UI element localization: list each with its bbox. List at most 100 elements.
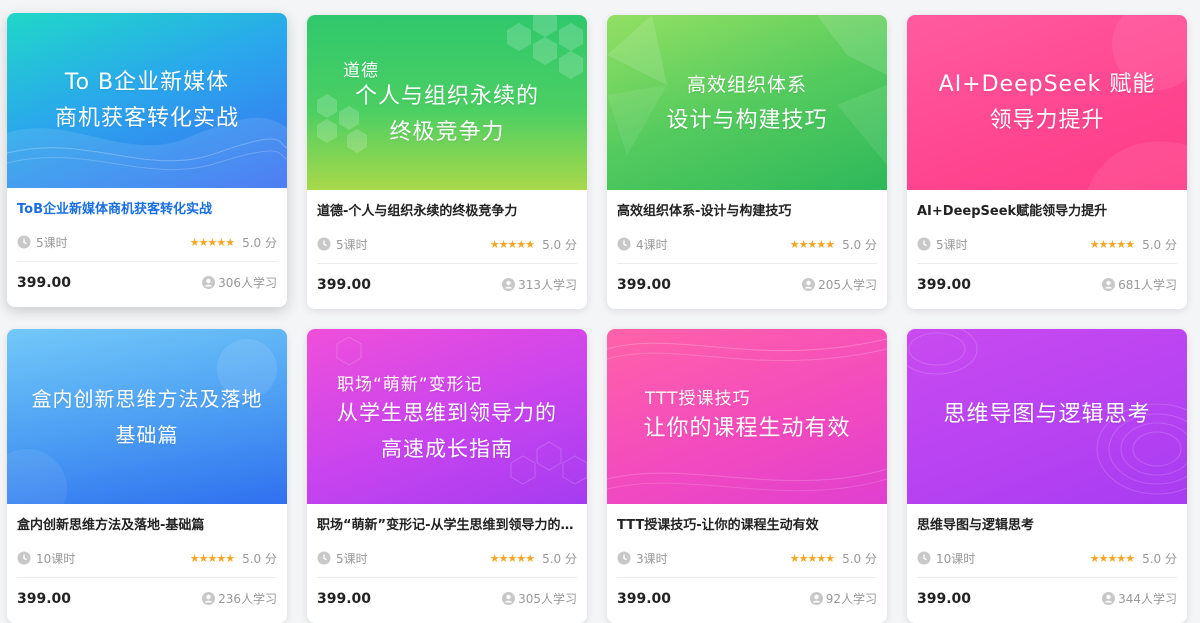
clock-icon: [317, 237, 331, 251]
lesson-count: 10课时: [936, 551, 976, 566]
learner-count: 306人学习: [218, 276, 277, 290]
star-rating-icon: ★★★★★: [789, 551, 835, 565]
star-rating-icon: ★★★★★: [1089, 551, 1135, 565]
divider: [17, 577, 277, 578]
course-card[interactable]: 职场“萌新”变形记 从学生思维到领导力的 高速成长指南 职场“萌新”变形记-从学…: [307, 329, 587, 623]
rating-score: 5.0 分: [542, 551, 577, 566]
course-title[interactable]: TTT授课技巧-让你的课程生动有效: [617, 517, 877, 535]
course-card[interactable]: 盒内创新思维方法及落地 基础篇 盒内创新思维方法及落地-基础篇 10课时 ★★★…: [7, 329, 287, 623]
course-cover[interactable]: 思维导图与逻辑思考: [907, 329, 1187, 504]
divider: [917, 263, 1177, 264]
course-title[interactable]: 盒内创新思维方法及落地-基础篇: [17, 517, 277, 535]
rating-score: 5.0 分: [1142, 551, 1177, 566]
course-title[interactable]: 高效组织体系-设计与构建技巧: [617, 203, 877, 221]
course-cover[interactable]: 高效组织体系 设计与构建技巧: [607, 15, 887, 190]
lesson-count: 4课时: [636, 237, 668, 252]
course-cover[interactable]: AI+DeepSeek 赋能 领导力提升: [907, 15, 1187, 190]
learner-count: 313人学习: [518, 278, 577, 292]
cover-line: 终极竞争力: [389, 120, 505, 145]
rating-score: 5.0 分: [1142, 237, 1177, 252]
course-cover[interactable]: To B企业新媒体 商机获客转化实战: [7, 13, 287, 188]
course-card[interactable]: AI+DeepSeek 赋能 领导力提升 AI+DeepSeek赋能领导力提升 …: [907, 15, 1187, 309]
course-price: 399.00: [17, 590, 72, 607]
lesson-count: 5课时: [936, 237, 968, 252]
course-price: 399.00: [17, 274, 72, 291]
clock-icon: [17, 235, 31, 249]
cover-line: 设计与构建技巧: [666, 108, 828, 133]
learner-count: 205人学习: [818, 278, 877, 292]
course-card[interactable]: 高效组织体系 设计与构建技巧 高效组织体系-设计与构建技巧 4课时 ★★★★★ …: [607, 15, 887, 309]
course-cover[interactable]: TTT授课技巧 让你的课程生动有效: [607, 329, 887, 504]
divider: [917, 577, 1177, 578]
course-title[interactable]: ToB企业新媒体商机获客转化实战: [17, 201, 277, 219]
course-card[interactable]: TTT授课技巧 让你的课程生动有效 TTT授课技巧-让你的课程生动有效 3课时 …: [607, 329, 887, 623]
cover-line: 让你的课程生动有效: [643, 416, 851, 441]
cover-line: 高速成长指南: [381, 437, 513, 461]
cover-line: 从学生思维到领导力的: [337, 401, 557, 425]
user-icon: [502, 278, 516, 291]
user-icon: [802, 278, 816, 291]
divider: [617, 263, 877, 264]
cover-line: 思维导图与逻辑思考: [943, 402, 1151, 427]
clock-icon: [17, 551, 31, 565]
rating-score: 5.0 分: [242, 235, 277, 250]
cover-line: 领导力提升: [989, 108, 1105, 133]
rating-score: 5.0 分: [842, 551, 877, 566]
course-price: 399.00: [917, 590, 972, 607]
cover-line: AI+DeepSeek 赋能: [938, 72, 1156, 97]
course-title[interactable]: 职场“萌新”变形记-从学生思维到领导力的高速成长指南: [317, 517, 577, 535]
divider: [317, 577, 577, 578]
cover-line: 个人与组织永续的: [354, 84, 539, 109]
course-title[interactable]: AI+DeepSeek赋能领导力提升: [917, 203, 1177, 221]
user-icon: [202, 592, 216, 605]
user-icon: [202, 276, 216, 289]
divider: [617, 577, 877, 578]
star-rating-icon: ★★★★★: [1089, 237, 1135, 251]
clock-icon: [917, 551, 931, 565]
star-rating-icon: ★★★★★: [789, 237, 835, 251]
course-cover[interactable]: 道德 个人与组织永续的 终极竞争力: [307, 15, 587, 190]
learner-count: 344人学习: [1118, 592, 1177, 606]
user-icon: [1102, 592, 1116, 605]
learner-count: 92人学习: [825, 592, 877, 606]
divider: [17, 261, 277, 262]
rating-score: 5.0 分: [842, 237, 877, 252]
divider: [317, 263, 577, 264]
rating-score: 5.0 分: [542, 237, 577, 252]
course-cover[interactable]: 盒内创新思维方法及落地 基础篇: [7, 329, 287, 504]
course-cover[interactable]: 职场“萌新”变形记 从学生思维到领导力的 高速成长指南: [307, 329, 587, 504]
star-rating-icon: ★★★★★: [189, 551, 235, 565]
lesson-count: 5课时: [336, 237, 368, 252]
cover-line: 商机获客转化实战: [54, 106, 239, 131]
course-price: 399.00: [617, 276, 672, 293]
course-price: 399.00: [317, 276, 372, 293]
clock-icon: [617, 551, 631, 565]
user-icon: [809, 592, 823, 605]
clock-icon: [917, 237, 931, 251]
clock-icon: [317, 551, 331, 565]
course-card[interactable]: 思维导图与逻辑思考 思维导图与逻辑思考 10课时 ★★★★★ 5.0 分 399…: [907, 329, 1187, 623]
clock-icon: [617, 237, 631, 251]
course-price: 399.00: [317, 590, 372, 607]
lesson-count: 10课时: [36, 551, 76, 566]
user-icon: [502, 592, 516, 605]
cover-line: 基础篇: [115, 423, 179, 447]
course-grid: To B企业新媒体 商机获客转化实战 ToB企业新媒体商机获客转化实战 5课时 …: [0, 0, 1200, 623]
course-card[interactable]: 道德 个人与组织永续的 终极竞争力 道德-个人与组织永续的终极竞争力 5课时 ★…: [307, 15, 587, 309]
learner-count: 681人学习: [1118, 278, 1177, 292]
course-title[interactable]: 道德-个人与组织永续的终极竞争力: [317, 203, 577, 221]
star-rating-icon: ★★★★★: [489, 237, 535, 251]
course-price: 399.00: [917, 276, 972, 293]
lesson-count: 3课时: [636, 551, 668, 566]
course-title[interactable]: 思维导图与逻辑思考: [917, 517, 1177, 535]
lesson-count: 5课时: [336, 551, 368, 566]
cover-line: 高效组织体系: [686, 74, 807, 96]
cover-line: To B企业新媒体: [64, 70, 230, 95]
rating-score: 5.0 分: [242, 551, 277, 566]
lesson-count: 5课时: [36, 235, 68, 250]
course-card[interactable]: To B企业新媒体 商机获客转化实战 ToB企业新媒体商机获客转化实战 5课时 …: [7, 13, 287, 307]
user-icon: [1102, 278, 1116, 291]
course-price: 399.00: [617, 590, 672, 607]
star-rating-icon: ★★★★★: [189, 235, 235, 249]
learner-count: 236人学习: [218, 592, 277, 606]
